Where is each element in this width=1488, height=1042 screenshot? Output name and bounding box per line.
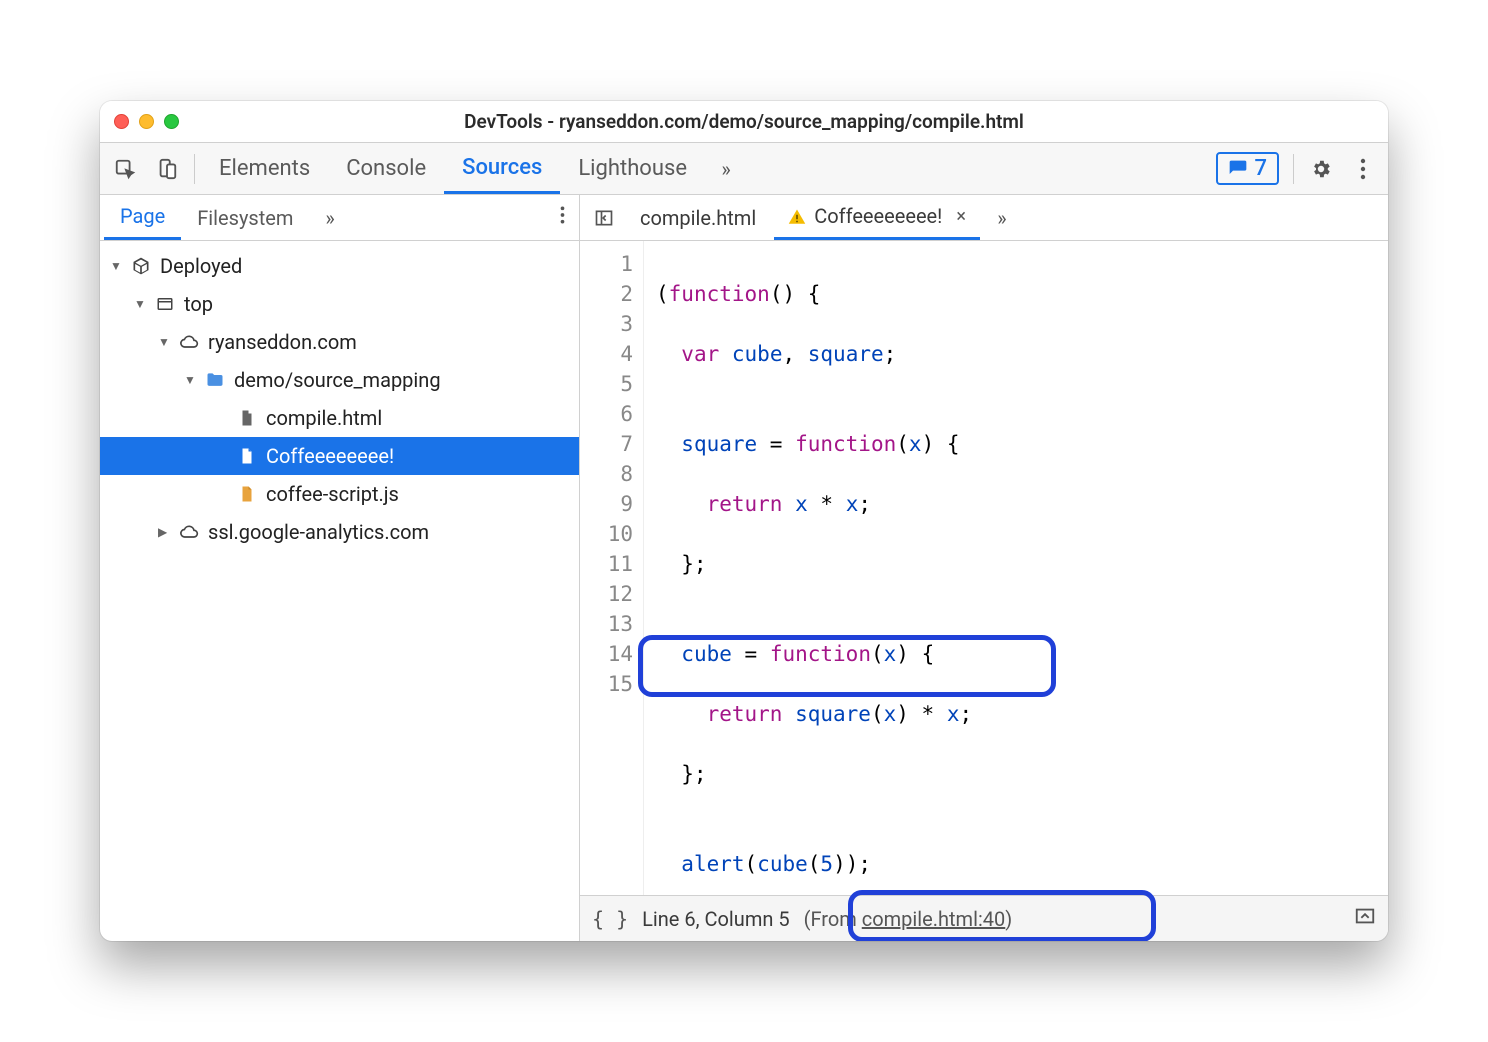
main-toolbar: Elements Console Sources Lighthouse » 7 [100, 143, 1388, 195]
tree-file-coffee[interactable]: Coffeeeeeeee! [100, 437, 579, 475]
tree-label: Deployed [160, 254, 242, 278]
tab-console[interactable]: Console [328, 143, 444, 194]
tree-file-coffee-script-js[interactable]: coffee-script.js [100, 475, 579, 513]
tree-label: ryanseddon.com [208, 330, 357, 354]
line-gutter: 1 2 3 4 5 6 7 8 9 10 11 12 13 14 15 [580, 241, 644, 895]
issues-count: 7 [1254, 156, 1267, 181]
navigator-panel: Page Filesystem » ▼ Deployed ▼ [100, 195, 580, 941]
tree-label: coffee-script.js [266, 482, 399, 506]
nav-back-icon[interactable] [586, 200, 622, 236]
close-tab-icon[interactable]: × [956, 206, 966, 227]
navigator-subtabs: Page Filesystem » [100, 195, 579, 241]
code-editor[interactable]: 1 2 3 4 5 6 7 8 9 10 11 12 13 14 15 (fun… [580, 241, 1388, 895]
cloud-icon [178, 521, 200, 543]
subtab-page[interactable]: Page [104, 195, 181, 240]
more-subtabs-icon[interactable]: » [309, 195, 350, 240]
tree-label: Coffeeeeeeee! [266, 444, 394, 468]
titlebar: DevTools - ryanseddon.com/demo/source_ma… [100, 101, 1388, 143]
tab-sources[interactable]: Sources [444, 143, 560, 194]
tree-domain-ryanseddon[interactable]: ▼ ryanseddon.com [100, 323, 579, 361]
tab-lighthouse[interactable]: Lighthouse [560, 143, 705, 194]
editor-tab-compile[interactable]: compile.html [626, 195, 770, 240]
cloud-icon [178, 331, 200, 353]
traffic-lights [114, 114, 179, 129]
cube-icon [130, 255, 152, 277]
editor-tabs: compile.html Coffeeeeeeee! × » [580, 195, 1388, 241]
devtools-window: DevTools - ryanseddon.com/demo/source_ma… [100, 101, 1388, 941]
kebab-menu-icon[interactable] [1342, 148, 1384, 190]
minimize-window-button[interactable] [139, 114, 154, 129]
tree-file-compile-html[interactable]: compile.html [100, 399, 579, 437]
tree-root-deployed[interactable]: ▼ Deployed [100, 247, 579, 285]
tree-label: ssl.google-analytics.com [208, 520, 429, 544]
tree-label: top [184, 292, 213, 316]
divider [194, 154, 195, 184]
file-icon [236, 407, 258, 429]
code-content[interactable]: (function() { var cube, square; square =… [644, 241, 1388, 895]
annotation-highlight-sourceurl [638, 635, 1056, 697]
tree-domain-google-analytics[interactable]: ▶ ssl.google-analytics.com [100, 513, 579, 551]
navigator-kebab-icon[interactable] [546, 205, 579, 230]
warning-icon [788, 207, 806, 225]
editor-statusbar: { } Line 6, Column 5 (From compile.html:… [580, 895, 1388, 941]
tree-label: demo/source_mapping [234, 368, 441, 392]
tab-label: compile.html [640, 206, 756, 230]
close-window-button[interactable] [114, 114, 129, 129]
issues-badge[interactable]: 7 [1216, 152, 1279, 185]
editor-panel: compile.html Coffeeeeeeee! × » 1 2 3 4 5… [580, 195, 1388, 941]
file-tree: ▼ Deployed ▼ top ▼ [100, 241, 579, 941]
tab-label: Coffeeeeeeee! [814, 204, 942, 228]
frame-icon [154, 293, 176, 315]
source-origin: (From compile.html:40) [804, 907, 1013, 931]
settings-icon[interactable] [1300, 148, 1342, 190]
divider [1293, 154, 1294, 184]
show-drawer-icon[interactable] [1354, 905, 1376, 932]
tree-frame-top[interactable]: ▼ top [100, 285, 579, 323]
window-title: DevTools - ryanseddon.com/demo/source_ma… [100, 110, 1388, 133]
tree-label: compile.html [266, 406, 382, 430]
file-icon [236, 445, 258, 467]
tab-elements[interactable]: Elements [201, 143, 328, 194]
device-toggle-icon[interactable] [146, 148, 188, 190]
main-split: Page Filesystem » ▼ Deployed ▼ [100, 195, 1388, 941]
more-editor-tabs-icon[interactable]: » [984, 200, 1020, 236]
source-origin-link[interactable]: compile.html:40 [862, 907, 1006, 931]
cursor-position: Line 6, Column 5 [642, 907, 789, 931]
js-file-icon [236, 483, 258, 505]
tree-folder-demo[interactable]: ▼ demo/source_mapping [100, 361, 579, 399]
inspect-element-icon[interactable] [104, 148, 146, 190]
editor-tab-coffee[interactable]: Coffeeeeeeee! × [774, 195, 980, 240]
zoom-window-button[interactable] [164, 114, 179, 129]
pretty-print-icon[interactable]: { } [592, 907, 628, 931]
subtab-filesystem[interactable]: Filesystem [181, 195, 309, 240]
folder-icon [204, 369, 226, 391]
more-tabs-icon[interactable]: » [705, 148, 747, 190]
